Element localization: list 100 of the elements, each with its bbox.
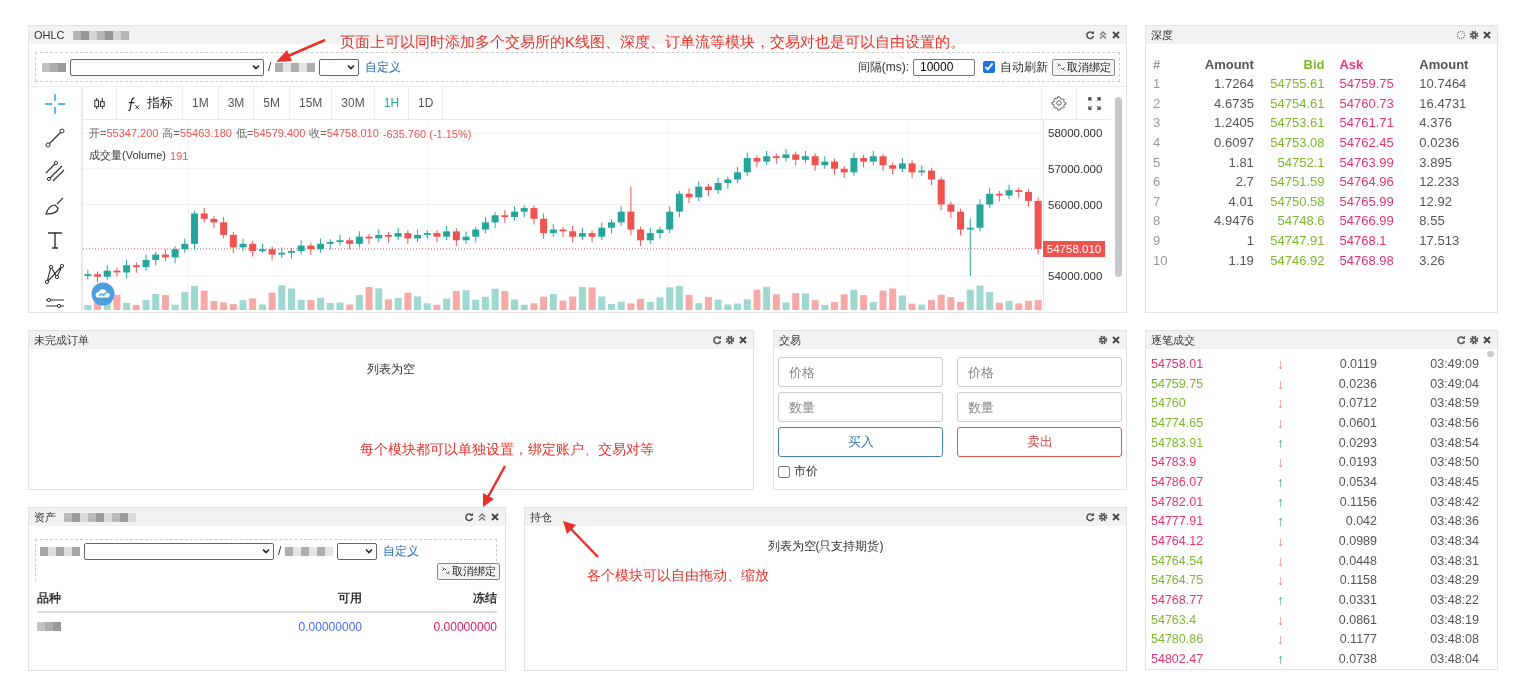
parallel-lines-icon[interactable]	[43, 160, 67, 184]
table-cell: 54754.61	[1253, 93, 1325, 114]
cloud-logo-icon	[91, 282, 115, 306]
table-cell: 54768.1	[1324, 230, 1420, 251]
close-icon[interactable]	[1111, 335, 1121, 345]
trade-price: 54758.01	[1151, 356, 1205, 371]
column-header: Ask	[1324, 54, 1420, 74]
blurred-text	[285, 546, 334, 556]
close-icon[interactable]	[1111, 30, 1121, 40]
close-icon[interactable]	[490, 512, 500, 522]
refresh-icon[interactable]	[464, 512, 474, 522]
close-icon[interactable]	[738, 335, 748, 345]
candle	[113, 267, 121, 277]
annotation-text: 页面上可以同时添加多个交易所的K线图、深度、订单流等模块，交易对也是可以自由设置的。	[340, 33, 965, 52]
price-axis-label: 56000.000	[1048, 198, 1103, 211]
trade-price: 54764.12	[1151, 534, 1205, 549]
interval-input[interactable]: 10000	[913, 58, 975, 76]
exchange-select[interactable]	[84, 542, 274, 560]
settings-icon[interactable]	[1098, 512, 1108, 522]
candle	[908, 160, 916, 179]
table-cell-text: 0.6097	[1213, 134, 1254, 153]
direction-arrow: ↓	[1277, 356, 1284, 371]
unbind-button[interactable]: 取消绑定	[437, 562, 500, 580]
trade-price: 54760	[1151, 396, 1187, 411]
buy-button[interactable]: 买入	[778, 427, 943, 457]
auto-refresh-checkbox[interactable]	[983, 61, 995, 73]
candle	[559, 226, 567, 238]
legend-value: 高=55463.180	[162, 126, 232, 141]
panel-title: 未完成订单	[34, 332, 89, 348]
refresh-icon[interactable]	[1085, 512, 1095, 522]
candle	[724, 176, 732, 190]
market-order-checkbox[interactable]	[778, 465, 790, 478]
table-cell: 54768.98	[1324, 250, 1420, 270]
settings-icon[interactable]	[725, 335, 735, 345]
table-cell-text: 2	[1152, 94, 1162, 113]
trade-time: 03:48:04	[1429, 652, 1479, 667]
candle	[520, 204, 528, 218]
custom-link[interactable]: 自定义	[365, 58, 402, 76]
table-cell-text: 12.233	[1419, 173, 1461, 192]
settings-icon[interactable]	[1469, 335, 1479, 345]
column-header: 品种	[37, 589, 62, 607]
pair-select[interactable]	[319, 58, 360, 76]
table-cell: 54753.08	[1253, 132, 1325, 153]
trade-price: 54763.4	[1151, 612, 1198, 627]
direction-arrow: ↑	[1277, 514, 1284, 529]
sell-button[interactable]: 卖出	[957, 427, 1122, 457]
close-icon[interactable]	[1482, 335, 1492, 345]
levels-tool-icon[interactable]	[43, 296, 67, 310]
candle	[181, 237, 189, 254]
exchange-select[interactable]	[70, 58, 264, 76]
table-cell-text: 4	[1152, 134, 1162, 153]
unbind-button[interactable]: 取消绑定	[1052, 58, 1115, 76]
trade-price: 54782.01	[1151, 494, 1205, 509]
pattern-tool-icon[interactable]	[43, 262, 67, 286]
trade-amount: 0.0534	[1337, 474, 1377, 489]
trade-price: 54777.91	[1151, 514, 1205, 529]
candle	[530, 204, 538, 226]
refresh-icon[interactable]	[1456, 335, 1466, 345]
candle	[404, 229, 412, 245]
amount-field[interactable]: 数量	[778, 392, 943, 422]
candle	[976, 198, 984, 232]
line-tool-icon[interactable]	[43, 126, 67, 150]
caret-icon	[251, 62, 261, 72]
trade-amount: 0.0738	[1337, 652, 1377, 667]
trade-time: 03:48:42	[1429, 494, 1479, 509]
candle	[1034, 196, 1042, 256]
table-cell-text: 6	[1152, 173, 1162, 192]
scrollbar[interactable]	[1487, 351, 1494, 357]
caret-icon	[364, 546, 375, 556]
direction-arrow: ↓	[1277, 553, 1284, 568]
price-field[interactable]: 价格	[778, 357, 943, 387]
settings-icon[interactable]	[1098, 335, 1108, 345]
table-cell-text: 8	[1152, 212, 1162, 231]
close-icon[interactable]	[1111, 512, 1121, 522]
scrollbar[interactable]	[1115, 97, 1122, 277]
double-chevron-icon[interactable]	[477, 512, 487, 522]
refresh-icon[interactable]	[1085, 30, 1095, 40]
blurred-text	[40, 546, 80, 556]
settings-icon[interactable]	[1469, 30, 1479, 40]
trade-price: 54802.47	[1151, 652, 1205, 667]
price-field[interactable]: 价格	[957, 357, 1122, 387]
pair-select[interactable]	[337, 542, 378, 560]
amount-field[interactable]: 数量	[957, 392, 1122, 422]
refresh-icon[interactable]	[712, 335, 722, 345]
caret-icon	[346, 62, 357, 72]
table-cell: 54746.92	[1253, 250, 1325, 270]
direction-arrow: ↓	[1277, 573, 1284, 588]
table-cell-text: 1.81	[1227, 153, 1254, 172]
candle	[142, 254, 150, 272]
function-icon	[126, 95, 141, 111]
separator: /	[268, 60, 272, 74]
trade-amount: 0.0861	[1337, 612, 1377, 627]
candlestick-icon	[92, 95, 107, 111]
spinner-icon	[1456, 30, 1466, 40]
table-cell: 54762.45	[1324, 132, 1420, 153]
candle	[831, 158, 838, 175]
custom-link[interactable]: 自定义	[383, 542, 420, 560]
close-icon[interactable]	[1482, 30, 1492, 40]
double-chevron-icon[interactable]	[1098, 30, 1108, 40]
caret-icon	[261, 546, 271, 556]
